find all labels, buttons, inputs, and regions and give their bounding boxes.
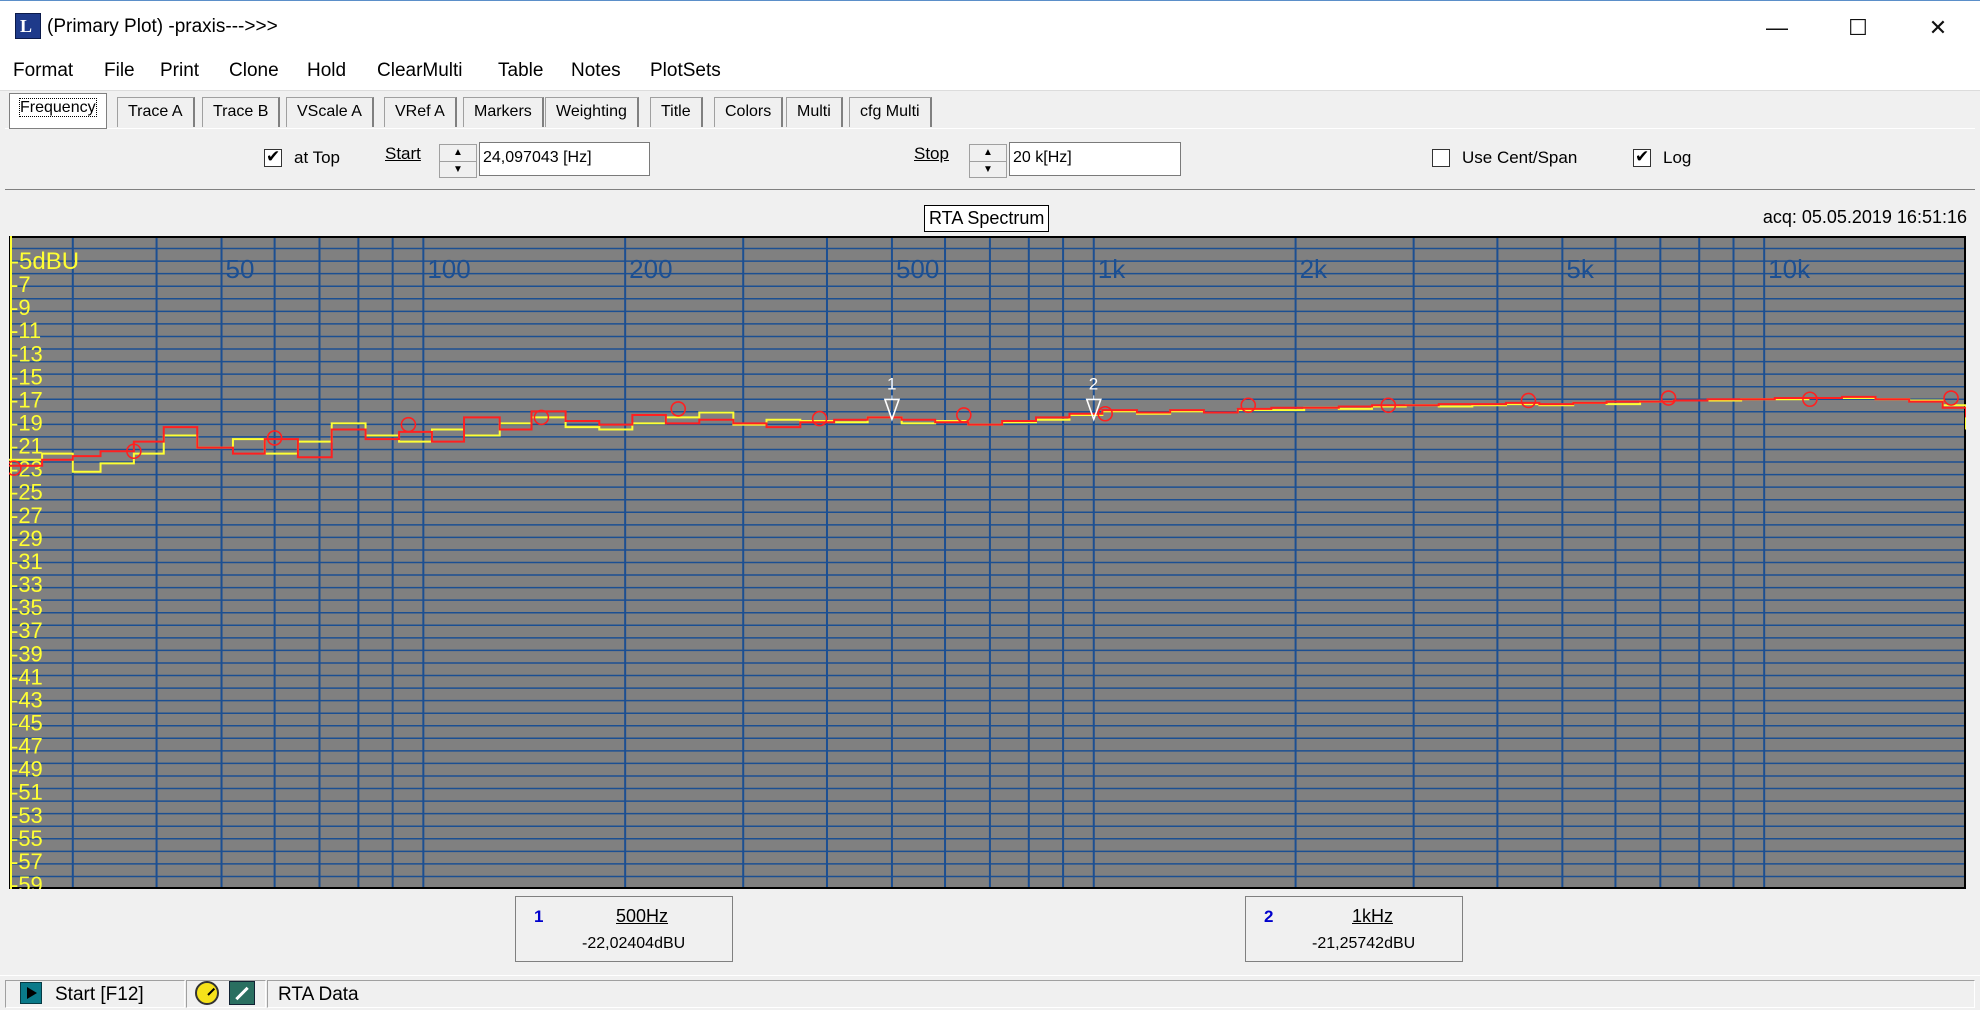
x-tick-label: 10k [1768,254,1811,284]
y-tick-label: -39 [11,641,43,666]
acquisition-timestamp: acq: 05.05.2019 16:51:16 [1762,207,1967,227]
tab-cfg-multi[interactable]: cfg Multi [849,97,932,127]
marker-value: -21,25742dBU [1312,935,1416,952]
menu-file[interactable]: File [104,60,135,82]
marker-value: -22,02404dBU [582,935,686,952]
frequency-panel: at Top Start ▲ ▼ 24,097043 [Hz] Stop ▲ ▼… [5,128,1975,190]
menu-bar: Format File Print Clone Hold ClearMulti … [0,56,1980,90]
tab-trace-b[interactable]: Trace B [202,97,281,127]
log-label: Log [1663,148,1692,167]
y-tick-label: -59 [11,872,43,889]
tab-vscale-a[interactable]: VScale A [286,97,374,127]
use-cent-span-checkbox[interactable] [1432,149,1450,167]
log-checkbox[interactable] [1633,147,1651,167]
use-cent-span-label: Use Cent/Span [1462,148,1578,167]
gauge-icon[interactable] [195,981,219,1005]
marker-readout-2: 2 1kHz -21,25742dBU [1245,896,1463,962]
y-tick-label: -25 [11,480,43,505]
y-tick-label: -29 [11,526,43,551]
tab-multi[interactable]: Multi [786,97,843,127]
y-tick-label: -17 [11,387,43,412]
y-tick-label: -55 [11,826,43,851]
y-tick-label: -5dBU [11,248,79,275]
stop-spin-down-icon[interactable]: ▼ [970,162,1006,178]
marker-frequency[interactable]: 1kHz [1352,906,1393,927]
x-tick-label: 5k [1566,254,1594,284]
y-tick-label: -41 [11,664,43,689]
tab-markers[interactable]: Markers [463,97,544,127]
waveform-icon[interactable] [229,981,255,1005]
menu-hold[interactable]: Hold [307,60,346,82]
start-spinner[interactable]: ▲ ▼ [439,144,477,178]
tab-colors[interactable]: Colors [714,97,784,127]
y-tick-label: -53 [11,803,43,828]
x-tick-label: 200 [629,254,672,284]
start-button-label[interactable]: Start [F12] [55,984,144,1006]
y-tick-label: -9 [11,295,31,320]
y-tick-label: -27 [11,503,43,528]
rta-spectrum-chart[interactable]: 50 100 200 500 1k 2k 5k 10k-5dBU-7-9-11-13-15-1… [9,236,1966,889]
menu-notes[interactable]: Notes [571,60,621,82]
at-top-label: at Top [294,148,341,167]
marker-number: 2 [1264,907,1274,926]
close-button[interactable]: ✕ [1918,13,1958,43]
maximize-button[interactable]: ☐ [1838,13,1878,43]
y-tick-label: -7 [11,272,31,297]
tab-weighting[interactable]: Weighting [545,97,639,127]
marker-label: 2 [1089,374,1098,393]
x-tick-label: 100 [427,254,470,284]
app-icon[interactable]: L [15,13,41,39]
y-tick-label: -37 [11,618,43,643]
tab-frequency[interactable]: Frequency [9,93,107,129]
plot-title: RTA Spectrum [924,205,1050,232]
x-tick-label: 2k [1300,254,1328,284]
x-tick-label: 500 [896,254,939,284]
play-icon[interactable] [20,982,42,1004]
y-tick-label: -19 [11,411,43,436]
y-tick-label: -51 [11,780,43,805]
y-tick-label: -45 [11,710,43,735]
start-spin-up-icon[interactable]: ▲ [440,145,476,162]
x-tick-label: 1k [1098,254,1126,284]
tab-control: Frequency Trace A Trace B VScale A VRef … [0,90,1980,193]
menu-clearmulti[interactable]: ClearMulti [377,60,463,82]
menu-table[interactable]: Table [498,60,543,82]
window-title: (Primary Plot) -praxis--->>> [47,16,278,37]
y-tick-label: -33 [11,572,43,597]
y-tick-label: -47 [11,734,43,759]
stop-spin-up-icon[interactable]: ▲ [970,145,1006,162]
status-cell-rta [267,980,1975,1008]
y-tick-label: -21 [11,434,43,459]
stop-label: Stop [914,144,949,163]
start-input[interactable]: 24,097043 [Hz] [479,142,650,176]
y-tick-label: -31 [11,549,43,574]
y-tick-label: -15 [11,364,43,389]
tab-vref-a[interactable]: VRef A [384,97,457,127]
y-tick-label: -35 [11,595,43,620]
title-bar: L (Primary Plot) -praxis--->>> — ☐ ✕ [0,0,1980,56]
menu-plotsets[interactable]: PlotSets [650,60,721,82]
stop-spinner[interactable]: ▲ ▼ [969,144,1007,178]
menu-format[interactable]: Format [13,60,73,82]
menu-print[interactable]: Print [160,60,199,82]
stop-input[interactable]: 20 k[Hz] [1009,142,1181,176]
at-top-checkbox[interactable] [264,147,282,167]
marker-frequency[interactable]: 500Hz [616,906,668,927]
start-spin-down-icon[interactable]: ▼ [440,162,476,178]
menu-clone[interactable]: Clone [229,60,279,82]
y-tick-label: -57 [11,849,43,874]
x-tick-label: 50 [226,254,255,284]
marker-number: 1 [534,907,544,926]
tab-title[interactable]: Title [650,97,703,127]
minimize-button[interactable]: — [1757,13,1797,43]
marker-label: 1 [887,374,896,393]
y-tick-label: -43 [11,687,43,712]
y-tick-label: -13 [11,341,43,366]
y-tick-label: -49 [11,757,43,782]
tab-trace-a[interactable]: Trace A [117,97,195,127]
start-label: Start [385,144,421,163]
marker-readout-1: 1 500Hz -22,02404dBU [515,896,733,962]
y-tick-label: -11 [11,318,41,343]
rta-data-label: RTA Data [278,984,359,1005]
